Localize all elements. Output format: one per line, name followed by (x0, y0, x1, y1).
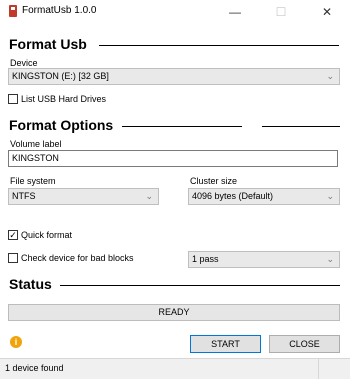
status-bar-text: 1 device found (5, 363, 64, 373)
usb-app-icon (9, 5, 17, 17)
passes-select[interactable]: 1 pass ⌄ (188, 251, 340, 268)
check-bad-blocks-checkbox[interactable] (8, 253, 18, 263)
file-system-select-value: NTFS (12, 191, 36, 201)
window-title: FormatUsb 1.0.0 (22, 5, 97, 16)
file-system-label: File system (10, 176, 56, 186)
volume-label-label: Volume label (10, 139, 62, 149)
passes-select-value: 1 pass (192, 254, 219, 264)
maximize-button[interactable]: ☐ (258, 0, 304, 24)
section-divider (99, 45, 339, 46)
chevron-down-icon: ⌄ (326, 71, 334, 81)
quick-format-checkbox[interactable]: ✓ (8, 230, 18, 240)
cluster-size-select[interactable]: 4096 bytes (Default) ⌄ (188, 188, 340, 205)
device-select[interactable]: KINGSTON (E:) [32 GB] ⌄ (8, 68, 340, 85)
section-divider (60, 285, 340, 286)
chevron-down-icon: ⌄ (326, 254, 334, 264)
close-window-button[interactable]: ✕ (304, 0, 350, 24)
cluster-size-label: Cluster size (190, 176, 238, 186)
chevron-down-icon: ⌄ (145, 191, 153, 201)
section-divider (262, 126, 340, 127)
list-usb-hard-drives-checkbox[interactable] (8, 94, 18, 104)
progress-bar: READY (8, 304, 340, 321)
device-label: Device (10, 58, 38, 68)
status-bar-separator (318, 359, 319, 379)
close-button[interactable]: CLOSE (269, 335, 340, 353)
cluster-size-select-value: 4096 bytes (Default) (192, 191, 274, 201)
minimize-button[interactable]: — (212, 0, 258, 24)
format-options-heading: Format Options (9, 117, 114, 133)
status-heading: Status (9, 276, 52, 292)
file-system-select[interactable]: NTFS ⌄ (8, 188, 159, 205)
section-divider (122, 126, 242, 127)
start-button[interactable]: START (190, 335, 261, 353)
volume-label-input[interactable]: KINGSTON (8, 150, 338, 167)
progress-text: READY (158, 307, 190, 317)
status-bar: 1 device found (0, 358, 350, 379)
format-usb-heading: Format Usb (9, 36, 87, 52)
check-bad-blocks-label: Check device for bad blocks (21, 253, 134, 263)
info-icon[interactable]: i (10, 336, 22, 348)
title-bar: FormatUsb 1.0.0 — ☐ ✕ (0, 0, 350, 24)
quick-format-label: Quick format (21, 230, 73, 240)
chevron-down-icon: ⌄ (326, 191, 334, 201)
list-usb-hard-drives-label: List USB Hard Drives (21, 94, 107, 104)
device-select-value: KINGSTON (E:) [32 GB] (12, 71, 109, 81)
